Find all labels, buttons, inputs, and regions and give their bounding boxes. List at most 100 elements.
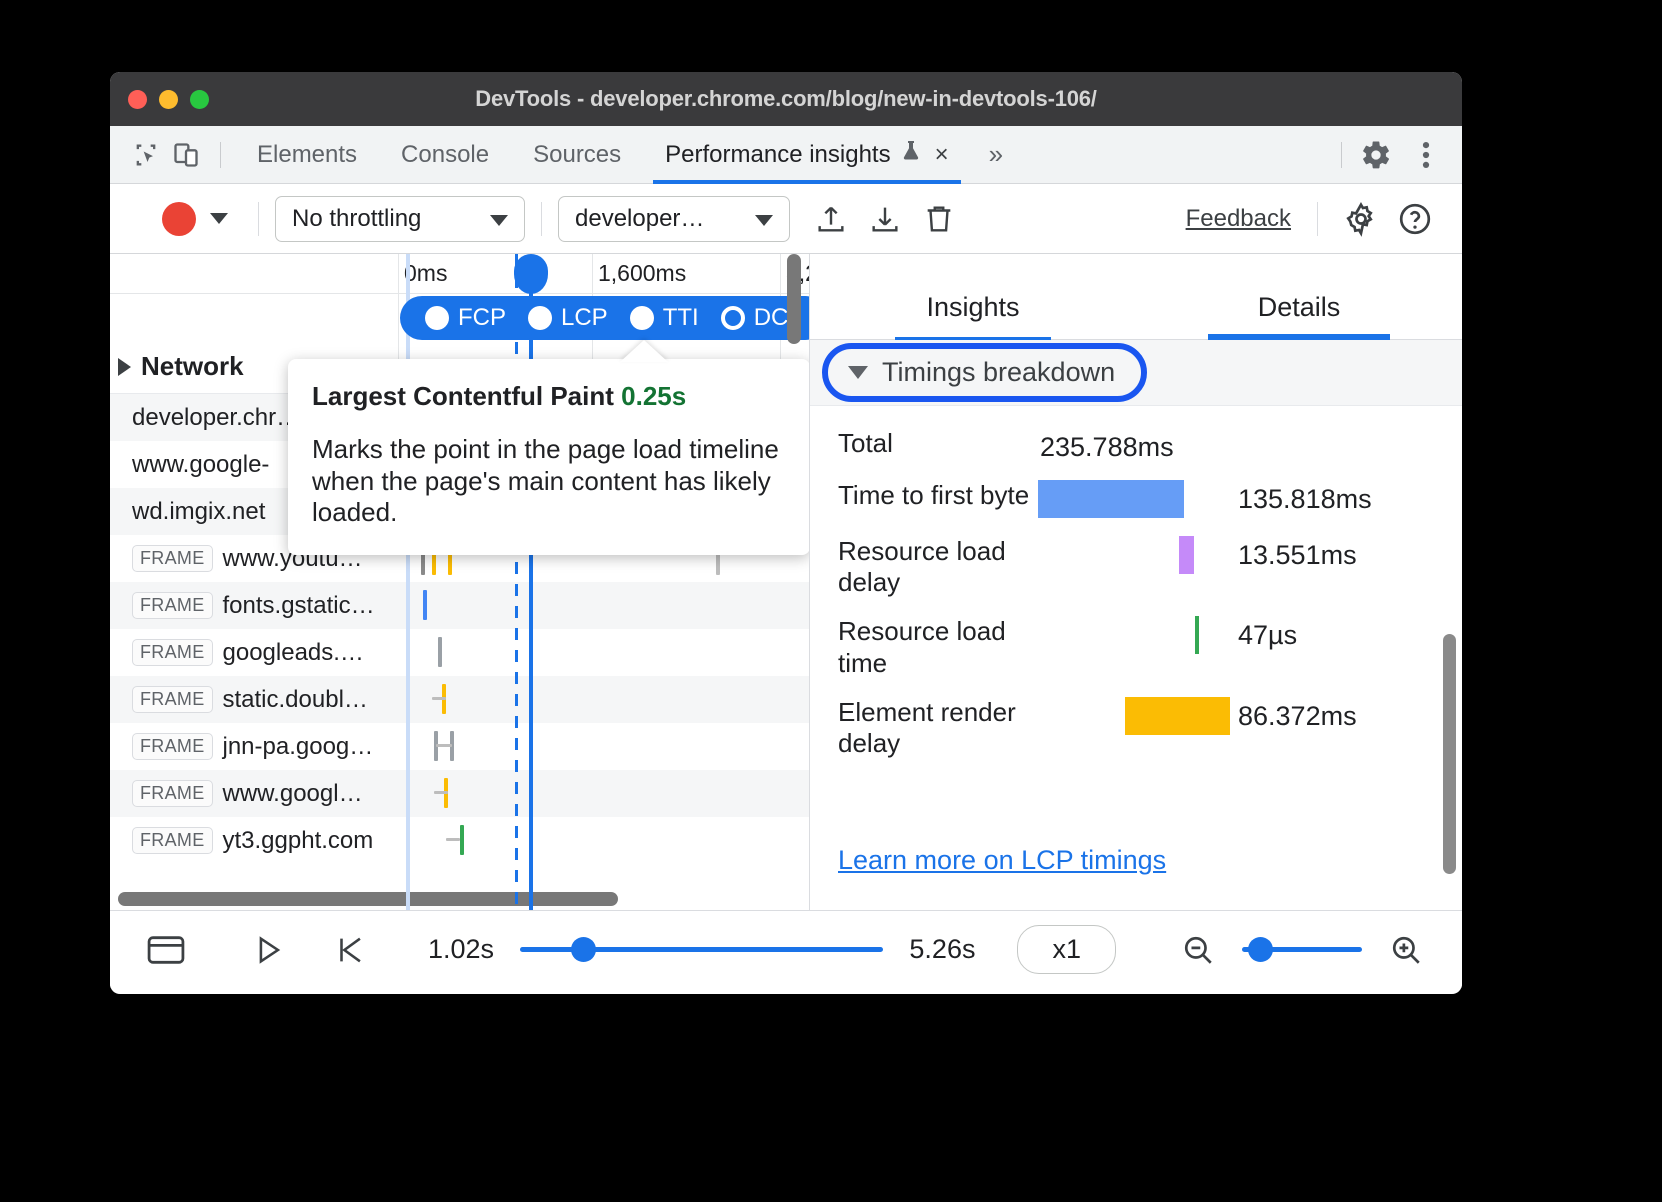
gear-icon[interactable] xyxy=(1334,196,1388,242)
dcl-bullet-icon xyxy=(721,306,745,330)
lcp-bullet-icon xyxy=(528,306,552,330)
toolbar-divider-2 xyxy=(541,202,542,236)
playback-speed-chip[interactable]: x1 xyxy=(1017,925,1116,974)
lcp-playhead-handle[interactable] xyxy=(514,254,548,294)
tab-details[interactable]: Details xyxy=(1136,292,1462,339)
timings-row-value: 135.818ms xyxy=(1238,480,1372,518)
details-vertical-scrollbar[interactable] xyxy=(1443,634,1456,874)
toolbar-divider-1 xyxy=(258,202,259,236)
close-window-button[interactable] xyxy=(128,90,147,109)
dcl-guide-line xyxy=(406,254,410,910)
gear-icon[interactable] xyxy=(1356,135,1396,175)
tab-sources[interactable]: Sources xyxy=(511,126,643,184)
chevron-down-icon xyxy=(490,205,508,233)
tab-console-label: Console xyxy=(401,141,489,169)
triangle-right-icon xyxy=(118,358,131,376)
play-icon[interactable] xyxy=(238,924,298,976)
tab-performance-insights[interactable]: Performance insights × xyxy=(643,126,970,184)
tooltip-body: Marks the point in the page load timelin… xyxy=(312,434,786,529)
page-select[interactable]: developer… xyxy=(558,196,790,242)
tooltip-arrow xyxy=(620,340,668,362)
table-row[interactable]: FRAME yt3.ggpht.com xyxy=(110,817,809,864)
more-tabs-icon[interactable]: » xyxy=(971,139,1021,170)
tab-elements[interactable]: Elements xyxy=(235,126,379,184)
timings-breakdown-header[interactable]: Timings breakdown xyxy=(810,340,1462,406)
learn-more-link[interactable]: Learn more on LCP timings xyxy=(838,845,1166,876)
chevron-down-icon xyxy=(755,205,773,233)
trash-icon[interactable] xyxy=(912,196,966,242)
kebab-menu-icon[interactable] xyxy=(1406,135,1446,175)
timings-row-bar xyxy=(1038,697,1238,735)
timings-row-bar xyxy=(1038,536,1238,574)
frame-badge: FRAME xyxy=(132,733,213,760)
tab-insights-label: Insights xyxy=(926,292,1019,322)
tabstrip-divider-2 xyxy=(1341,142,1342,168)
timings-row: Time to first byte 135.818ms xyxy=(810,466,1462,518)
time-start-label: 1.02s xyxy=(428,934,494,965)
marker-fcp[interactable]: FCP xyxy=(414,304,517,332)
time-range-slider[interactable] xyxy=(520,947,883,952)
record-button[interactable] xyxy=(162,202,196,236)
marker-lcp[interactable]: LCP xyxy=(517,304,619,332)
timeline-ruler[interactable]: 0ms 1,600ms 3,2 xyxy=(110,254,809,294)
tabstrip-divider xyxy=(220,142,221,168)
marker-tti-label: TTI xyxy=(663,304,699,332)
timings-row-label: Element render delay xyxy=(838,697,1038,759)
timings-breakdown-label: Timings breakdown xyxy=(882,357,1115,388)
triangle-down-icon xyxy=(848,366,868,379)
tab-insights[interactable]: Insights xyxy=(810,292,1136,339)
record-options-caret[interactable] xyxy=(196,213,242,224)
main-content: 0ms 1,600ms 3,2 FCP LCP xyxy=(110,254,1462,910)
tab-sources-label: Sources xyxy=(533,141,621,169)
timings-row-label: Time to first byte xyxy=(838,480,1038,511)
zoom-slider[interactable] xyxy=(1242,947,1362,952)
timings-row-label: Resource load time xyxy=(838,616,1038,678)
network-row-name: jnn-pa.goog… xyxy=(223,733,374,761)
zoom-out-icon[interactable] xyxy=(1168,924,1228,976)
upload-icon[interactable] xyxy=(804,196,858,242)
feedback-link[interactable]: Feedback xyxy=(1186,205,1291,233)
jump-to-start-icon[interactable] xyxy=(320,924,380,976)
network-row-name: www.google- xyxy=(132,451,269,479)
frame-badge: FRAME xyxy=(132,545,213,572)
toolbar-divider-3 xyxy=(1317,202,1318,236)
device-toolbar-icon[interactable] xyxy=(166,135,206,175)
marker-fcp-label: FCP xyxy=(458,304,506,332)
download-icon[interactable] xyxy=(858,196,912,242)
zoom-window-button[interactable] xyxy=(190,90,209,109)
table-row[interactable]: FRAME jnn-pa.goog… xyxy=(110,723,809,770)
table-row[interactable]: FRAME static.doubl… xyxy=(110,676,809,723)
timings-row: Resource load delay 13.551ms xyxy=(810,518,1462,598)
throttling-select[interactable]: No throttling xyxy=(275,196,525,242)
tooltip-title-row: Largest Contentful Paint 0.25s xyxy=(312,381,786,412)
tab-elements-label: Elements xyxy=(257,141,357,169)
timeline-horizontal-scrollbar[interactable] xyxy=(118,892,618,906)
frame-badge: FRAME xyxy=(132,592,213,619)
close-icon[interactable]: × xyxy=(935,141,949,169)
table-row[interactable]: FRAME www.googl… xyxy=(110,770,809,817)
tab-console[interactable]: Console xyxy=(379,126,511,184)
filmstrip-icon[interactable] xyxy=(136,924,196,976)
frame-badge: FRAME xyxy=(132,780,213,807)
slider-knob[interactable] xyxy=(571,937,596,962)
zoom-slider-knob[interactable] xyxy=(1248,937,1273,962)
timings-breakdown-chip[interactable]: Timings breakdown xyxy=(822,343,1147,402)
tooltip-title: Largest Contentful Paint xyxy=(312,381,614,411)
marker-tti[interactable]: TTI xyxy=(619,304,710,332)
table-row[interactable]: FRAME googleads.… xyxy=(110,629,809,676)
marker-lcp-label: LCP xyxy=(561,304,608,332)
timeline-markers[interactable]: FCP LCP TTI DCL xyxy=(400,296,810,340)
timings-breakdown-list: Total 235.788ms Time to first byte 135.8… xyxy=(810,406,1462,759)
inspect-element-icon[interactable] xyxy=(126,135,166,175)
table-row[interactable]: FRAME fonts.gstatic… xyxy=(110,582,809,629)
tooltip-value: 0.25s xyxy=(621,381,686,411)
frame-badge: FRAME xyxy=(132,686,213,713)
time-end-label: 5.26s xyxy=(909,934,975,965)
zoom-in-icon[interactable] xyxy=(1376,924,1436,976)
network-row-name: googleads.… xyxy=(223,639,364,667)
timings-row-bar xyxy=(1038,480,1238,518)
timeline-vertical-scrollbar[interactable] xyxy=(787,254,801,344)
fcp-bullet-icon xyxy=(425,306,449,330)
minimize-window-button[interactable] xyxy=(159,90,178,109)
help-icon[interactable] xyxy=(1388,196,1442,242)
